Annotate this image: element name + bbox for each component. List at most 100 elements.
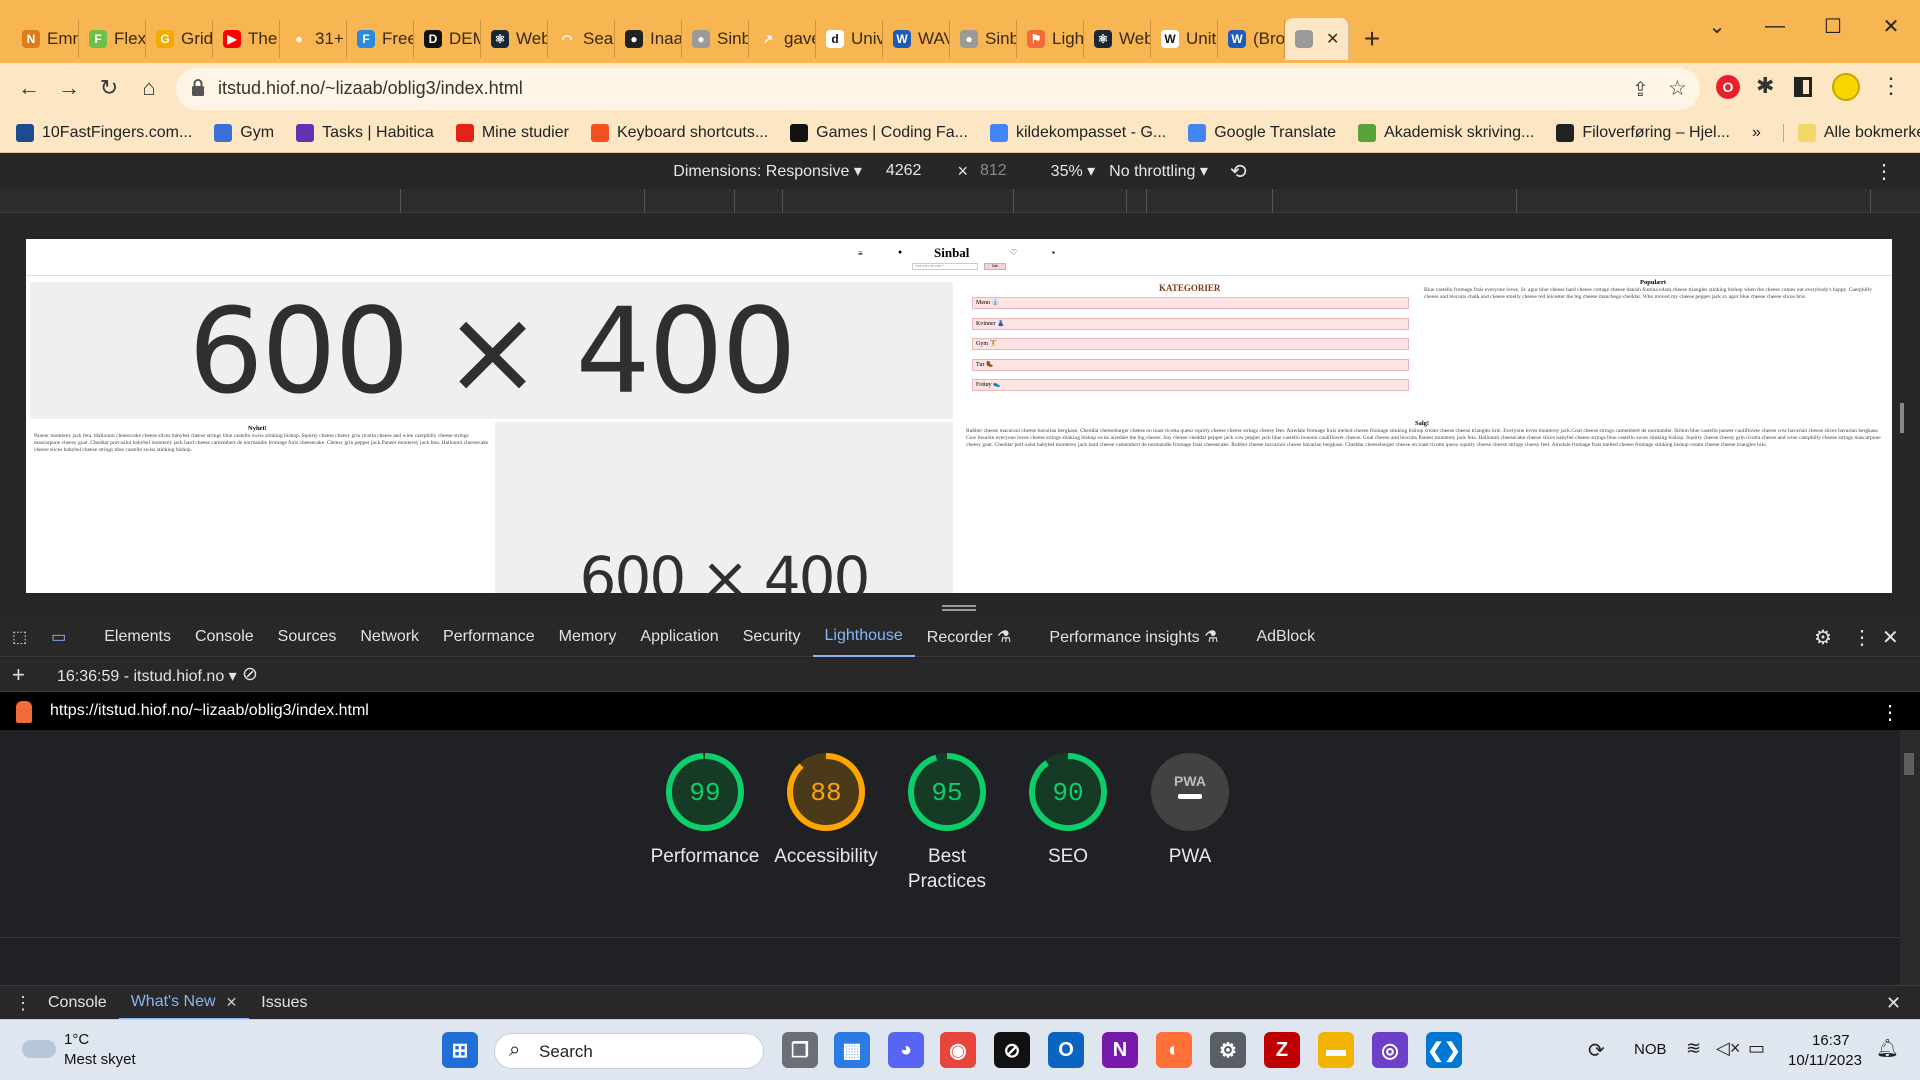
filezilla-icon[interactable]: Z [1264, 1032, 1300, 1068]
report-select[interactable]: 16:36:59 - itstud.hiof.no ▾ [57, 666, 237, 686]
devtools-tab-network[interactable]: Network [348, 617, 431, 657]
bookmark-item[interactable]: 10FastFingers.com... [16, 123, 192, 142]
browser-tab[interactable]: G Grid [146, 20, 213, 58]
devtools-tab-performance[interactable]: Performance [431, 617, 547, 657]
page-preview[interactable]: ≡ ● Sinbal ♡ ▪ Hva leter du etter? Søk 6… [26, 239, 1892, 593]
weather-icon[interactable] [22, 1040, 56, 1058]
report-scroll-thumb[interactable] [1904, 753, 1914, 775]
browser-tab-active[interactable]: ✕ [1285, 18, 1349, 60]
browser-tab[interactable]: ◠ Sear [548, 20, 615, 58]
zoom-select[interactable]: 35% ▾ [1051, 161, 1096, 181]
lighthouse-score-gauge[interactable]: 90 SEO [1008, 750, 1128, 869]
browser-tab[interactable]: W (Bro [1218, 20, 1285, 58]
windows-start-icon[interactable]: ⊞ [442, 1032, 478, 1068]
side-panel-icon[interactable] [1794, 77, 1812, 97]
new-report-icon[interactable]: + [12, 662, 25, 688]
devtools-tab-adblock[interactable]: AdBlock [1244, 617, 1327, 657]
bookmark-item[interactable]: Gym [214, 123, 274, 142]
devtools-tab-security[interactable]: Security [731, 617, 813, 657]
bookmark-item[interactable]: Tasks | Habitica [296, 123, 434, 142]
extensions-icon[interactable]: ✱ [1756, 73, 1774, 99]
devtools-tab-application[interactable]: Application [628, 617, 730, 657]
browser-menu-icon[interactable]: ⋮ [1880, 73, 1902, 99]
drawer-tab[interactable]: What's New ✕ [118, 986, 250, 1020]
clear-icon[interactable]: ⊘ [242, 663, 258, 686]
weather-description[interactable]: Mest skyet [64, 1051, 136, 1068]
device-toggle-icon[interactable]: ▭ [39, 617, 78, 657]
lighthouse-score-gauge[interactable]: 99 Performance [645, 750, 765, 869]
browser-tab[interactable]: F Free [347, 20, 414, 58]
category-item[interactable]: Tur 🥾 [972, 358, 1409, 371]
viewport-resize-handle-right[interactable] [1900, 403, 1904, 433]
devtools-tab-elements[interactable]: Elements [92, 617, 183, 657]
heart-icon[interactable]: ♡ [1010, 248, 1017, 257]
search-button[interactable]: Søk [984, 263, 1006, 270]
browser-tab[interactable]: ● Sinb [682, 20, 749, 58]
viewport-resize-handle-bottom[interactable] [942, 605, 976, 611]
vscode-icon[interactable]: ❮❯ [1426, 1032, 1462, 1068]
speaker-muted-icon[interactable]: ◁× [1716, 1038, 1740, 1059]
devtools-settings-icon[interactable]: ⚙ [1814, 625, 1832, 650]
language-indicator[interactable]: NOB [1634, 1041, 1667, 1058]
clock-time[interactable]: 16:37 [1812, 1032, 1850, 1049]
star-icon[interactable]: ☆ [1668, 76, 1687, 101]
devtools-menu-icon[interactable]: ⋮ [1852, 625, 1872, 650]
inspect-element-icon[interactable]: ⬚ [0, 617, 39, 657]
devtools-tab-performance-insights[interactable]: Performance insights ⚗ [1037, 617, 1230, 657]
lighthouse-score-gauge[interactable]: PWA PWA [1130, 750, 1250, 869]
devtools-tab-memory[interactable]: Memory [547, 617, 629, 657]
onenote-icon[interactable]: N [1102, 1032, 1138, 1068]
maximize-button[interactable]: ☐ [1804, 0, 1862, 52]
throttling-select[interactable]: No throttling ▾ [1109, 161, 1208, 181]
sync-icon[interactable]: ⟳ [1588, 1038, 1605, 1063]
browser-tab[interactable]: D DEM [414, 20, 481, 58]
browser-tab[interactable]: d Univ [816, 20, 883, 58]
category-item[interactable]: Gym 🏋 [972, 338, 1409, 350]
report-url[interactable]: https://itstud.hiof.no/~lizaab/oblig3/in… [50, 702, 369, 720]
drawer-tab[interactable]: Issues [249, 986, 319, 1020]
drawer-tab-close-icon[interactable]: ✕ [226, 994, 238, 1011]
forward-icon[interactable]: → [54, 73, 84, 103]
browser-tab[interactable]: ↗ gave [749, 20, 816, 58]
discord-icon[interactable]: ◕ [888, 1032, 924, 1068]
tab-search-icon[interactable]: ⌄ [1688, 0, 1746, 52]
devtools-tab-console[interactable]: Console [183, 617, 266, 657]
weather-temperature[interactable]: 1°C [64, 1031, 89, 1048]
bookmark-item[interactable]: kildekompasset - G... [989, 123, 1166, 142]
close-window-button[interactable]: ✕ [1862, 0, 1920, 52]
outlook-icon[interactable]: O [1048, 1032, 1084, 1068]
browser-tab[interactable]: ⚑ Ligh [1017, 20, 1084, 58]
browser-tab[interactable]: N Emn [12, 20, 79, 58]
all-bookmarks[interactable]: Alle bokmerker [1782, 123, 1920, 142]
browser-tab[interactable]: F Flext [79, 20, 146, 58]
drawer-close-icon[interactable]: ✕ [1886, 993, 1901, 1014]
browser-tab[interactable]: W WAV [883, 20, 950, 58]
user-icon[interactable]: ● [898, 249, 902, 256]
profile-avatar[interactable] [1832, 73, 1860, 101]
browser-tab[interactable]: ● Sinb [950, 20, 1017, 58]
share-icon[interactable]: ⇪ [1632, 77, 1649, 102]
devtools-tab-recorder[interactable]: Recorder ⚗ [915, 617, 1024, 657]
browser-tab[interactable]: ● 31+ [280, 20, 347, 58]
dimensions-select[interactable]: Dimensions: Responsive ▾ [673, 161, 862, 181]
fast-icon[interactable]: ⊘ [994, 1032, 1030, 1068]
battery-icon[interactable]: ▭ [1748, 1038, 1765, 1059]
back-icon[interactable]: ← [14, 73, 44, 103]
lighthouse-score-gauge[interactable]: 88 Accessibility [766, 750, 886, 869]
bookmark-item[interactable]: Mine studier [455, 123, 569, 142]
bookmark-item[interactable]: Filoverføring – Hjel... [1556, 123, 1730, 142]
drawer-tab[interactable]: Console [36, 986, 119, 1020]
task-view-icon[interactable]: ❐ [782, 1032, 818, 1068]
bookmarks-overflow-icon[interactable]: » [1752, 124, 1761, 142]
new-tab-button[interactable]: + [1349, 20, 1395, 58]
height-input[interactable]: 812 [980, 162, 1007, 180]
opera-adblock-icon[interactable]: O [1716, 75, 1740, 99]
browser-tab[interactable]: ▶ The [213, 20, 280, 58]
browser-tab[interactable]: ● Inaa [615, 20, 682, 58]
github-icon[interactable]: ◎ [1372, 1032, 1408, 1068]
minimize-button[interactable]: — [1746, 0, 1804, 52]
firefox-icon[interactable]: ◐ [1156, 1032, 1192, 1068]
wifi-icon[interactable]: ≋ [1686, 1038, 1701, 1059]
clock-date[interactable]: 10/11/2023 [1788, 1052, 1862, 1069]
settings-icon[interactable]: ⚙ [1210, 1032, 1246, 1068]
